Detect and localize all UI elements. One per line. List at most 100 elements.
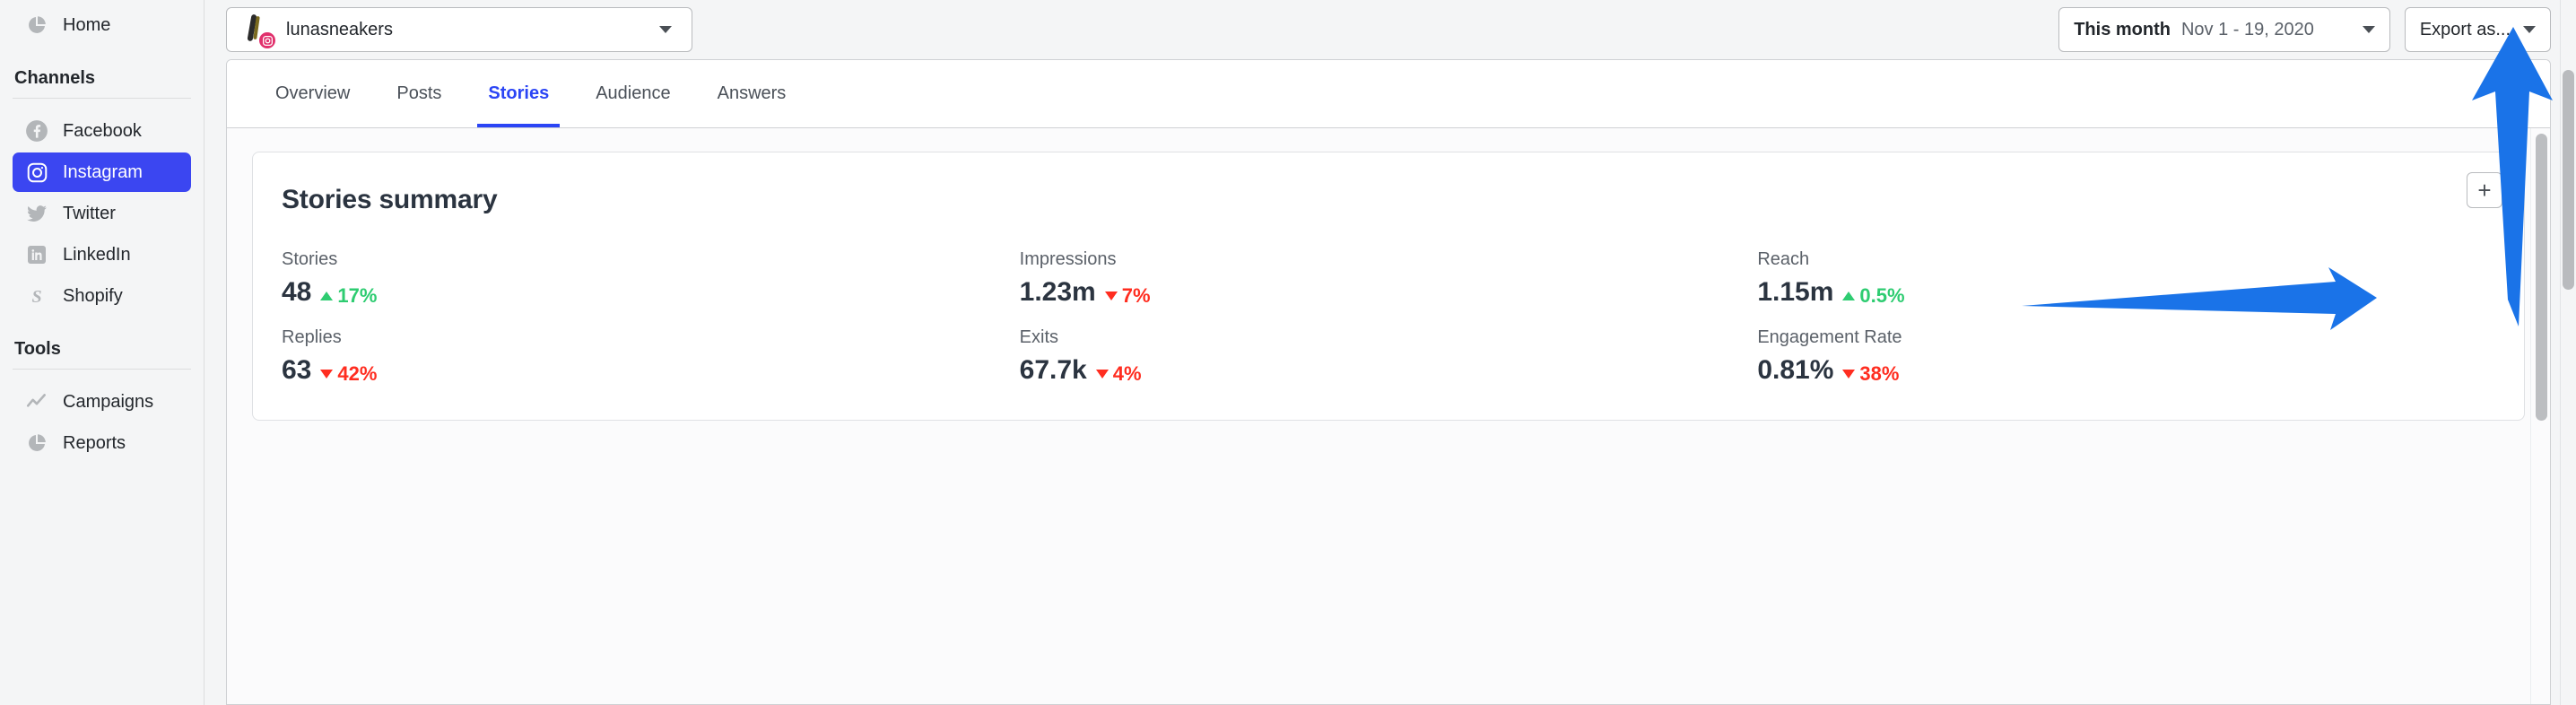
export-as-button[interactable]: Export as... [2404,7,2551,52]
sidebar-item-campaigns[interactable]: Campaigns [13,382,191,422]
metric-value: 67.7k [1019,355,1087,385]
metric-delta: 7% [1104,284,1151,308]
arrow-up-icon [1842,292,1856,300]
tab-label: Audience [596,83,671,103]
metric-value: 1.15m [1757,277,1834,307]
instagram-icon [257,30,277,50]
metric-delta: 42% [320,362,377,386]
linkedin-icon [25,243,48,266]
metric-delta-value: 17% [337,284,378,307]
metric-delta-value: 4% [1112,362,1142,385]
date-range-selector[interactable]: This month Nov 1 - 19, 2020 [2058,7,2390,52]
metric-label: Engagement Rate [1757,327,1902,347]
tab-overview[interactable]: Overview [252,60,373,127]
arrow-up-icon [320,292,334,300]
metric-impressions: Impressions 1.23m 7% [1020,249,1758,308]
sidebar-item-label: Reports [63,433,126,453]
metric-delta-value: 42% [337,362,378,385]
page-scrollbar-thumb[interactable] [2563,70,2574,290]
metric-value: 0.81% [1757,355,1834,385]
metric-delta: 0.5% [1842,284,1905,308]
sidebar-section-channels: Channels [13,68,191,99]
tab-label: Answers [717,83,787,103]
tab-answers[interactable]: Answers [694,60,810,127]
arrow-down-icon [1095,370,1109,379]
app-root: Home Channels Facebook Instagram Twitter… [0,0,2576,705]
sidebar-item-label: Twitter [63,204,116,223]
tab-bar: Overview Posts Stories Audience Answers [227,60,2550,128]
export-as-label: Export as... [2419,19,2511,39]
sidebar-item-shopify[interactable]: S Shopify [13,276,191,316]
metric-label: Exits [1019,327,1058,347]
metric-delta: 4% [1095,362,1142,386]
panel-scrollbar-thumb[interactable] [2536,134,2547,421]
chevron-down-icon[interactable] [2523,26,2536,33]
sidebar-item-label: Shopify [63,286,123,306]
panel-scrollbar[interactable] [2530,128,2550,704]
metric-row: 63 42% [282,355,1020,386]
sidebar-item-reports[interactable]: Reports [13,423,191,463]
sidebar-item-label: Campaigns [63,392,154,412]
sidebar-item-label: LinkedIn [63,245,131,265]
top-toolbar: lunasneakers This month Nov 1 - 19, 2020… [205,0,2576,59]
sidebar-item-label: Instagram [63,162,143,182]
chevron-down-icon[interactable] [659,26,672,33]
metric-label: Replies [282,327,342,347]
main-content: lunasneakers This month Nov 1 - 19, 2020… [205,0,2576,705]
metric-label: Reach [1757,249,1810,269]
pie-chart-icon [25,13,48,37]
metric-delta: 38% [1842,362,1899,386]
metric-delta-value: 38% [1859,362,1900,385]
metric-delta-value: 7% [1121,284,1151,307]
tab-stories[interactable]: Stories [465,60,572,127]
twitter-icon [25,202,48,225]
sidebar-item-linkedin[interactable]: LinkedIn [13,235,191,274]
metric-value: 1.23m [1019,277,1096,307]
date-range-label: This month [2074,19,2171,39]
sidebar-item-label: Home [63,15,111,35]
pie-chart-icon [25,431,48,455]
svg-text:S: S [31,287,41,307]
trend-line-icon [25,390,48,413]
metric-value: 63 [282,355,312,385]
page-scrollbar[interactable] [2560,0,2576,705]
tab-audience[interactable]: Audience [572,60,693,127]
tab-label: Stories [488,83,550,103]
tab-posts[interactable]: Posts [373,60,465,127]
sidebar-item-label: Facebook [63,121,142,141]
sidebar-item-twitter[interactable]: Twitter [13,194,191,233]
shopify-icon: S [25,284,48,308]
metric-engagement-rate: Engagement Rate 0.81% 38% [1757,327,2495,386]
arrow-down-icon [1842,370,1856,379]
metric-row: 0.81% 38% [1757,355,2495,386]
date-range-value: Nov 1 - 19, 2020 [2180,19,2314,39]
metric-exits: Exits 67.7k 4% [1020,327,1758,386]
chevron-down-icon[interactable] [2362,26,2375,33]
metric-reach: Reach 1.15m 0.5% [1757,249,2495,308]
metric-delta: 17% [320,284,377,308]
arrow-down-icon [1104,292,1118,300]
tab-label: Posts [396,83,442,103]
card-title: Stories summary [282,185,498,214]
metric-delta-value: 0.5% [1859,284,1905,307]
metric-row: 67.7k 4% [1020,355,1758,386]
add-metric-button[interactable]: + [2467,172,2502,208]
panel-body: Stories summary + Stories 48 17% Impress… [227,128,2550,704]
sidebar-item-instagram[interactable]: Instagram [13,152,191,192]
facebook-icon [25,119,48,143]
metric-label: Impressions [1019,249,1117,269]
sidebar: Home Channels Facebook Instagram Twitter… [0,0,205,705]
stories-summary-card: Stories summary + Stories 48 17% Impress… [252,152,2525,421]
sidebar-item-home[interactable]: Home [13,5,191,45]
arrow-down-icon [320,370,334,379]
metric-replies: Replies 63 42% [282,327,1020,386]
sidebar-section-tools: Tools [13,339,191,370]
avatar [238,13,277,50]
metric-value: 48 [282,277,312,307]
account-selector[interactable]: lunasneakers [226,7,692,52]
metric-row: 48 17% [282,277,1020,308]
instagram-icon [25,161,48,184]
account-name: lunasneakers [286,19,393,39]
sidebar-item-facebook[interactable]: Facebook [13,111,191,151]
content-panel: Overview Posts Stories Audience Answers … [226,59,2551,705]
